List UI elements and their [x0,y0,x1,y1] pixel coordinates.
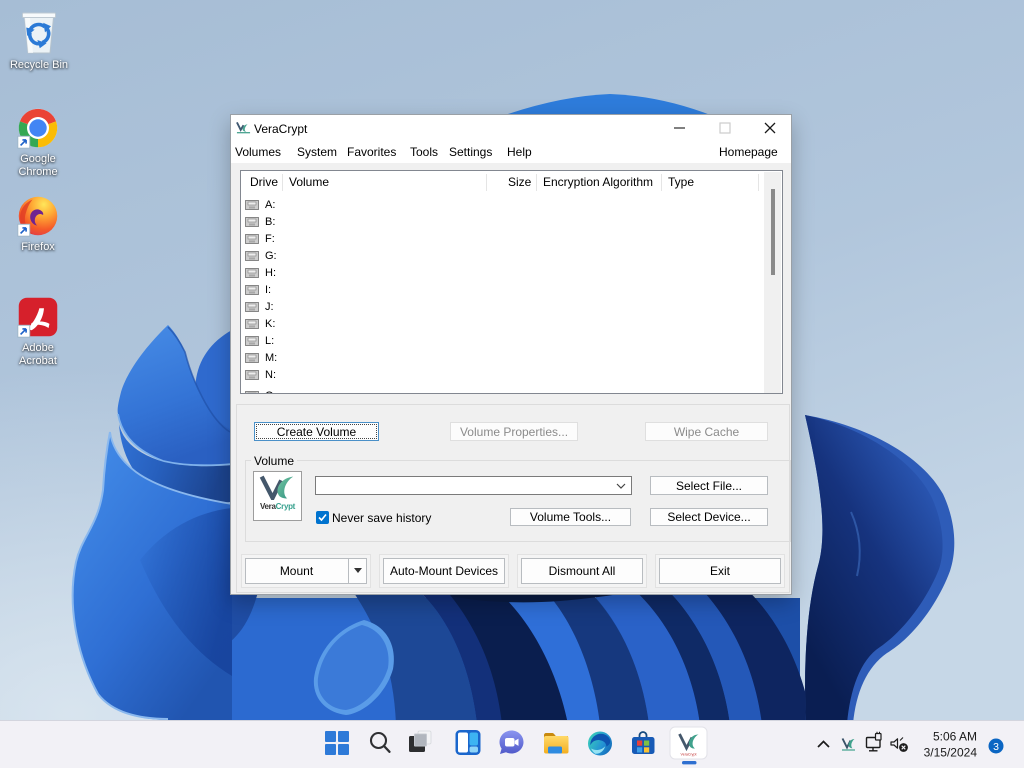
svg-text:3: 3 [993,741,999,753]
svg-text:5:06 AM: 5:06 AM [933,730,977,744]
svg-text:3/15/2024: 3/15/2024 [924,746,978,760]
svg-text:VeraCrypt: VeraCrypt [681,753,697,757]
